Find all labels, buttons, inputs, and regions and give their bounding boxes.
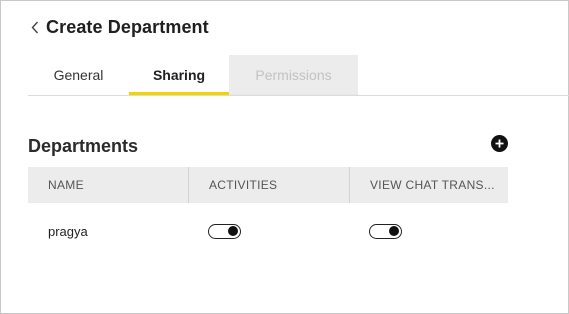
column-header-view-chat-transcripts[interactable]: VIEW CHAT TRANS... [349, 167, 508, 203]
department-name-cell: pragya [48, 223, 88, 239]
departments-heading: Departments [28, 136, 139, 156]
toggle-knob [228, 226, 238, 236]
toggle-knob [389, 226, 399, 236]
activities-toggle[interactable] [208, 223, 241, 239]
tab-sharing[interactable]: Sharing [129, 55, 229, 95]
activities-cell [188, 203, 349, 259]
tab-divider [28, 95, 569, 96]
tab-bar: General Sharing Permissions [28, 55, 358, 95]
column-header-activities[interactable]: ACTIVITIES [188, 167, 349, 203]
tab-general[interactable]: General [28, 55, 129, 95]
chevron-left-icon[interactable] [28, 17, 42, 37]
plus-icon [495, 139, 504, 148]
page-header: Create Department [28, 14, 209, 40]
table-row: pragya [28, 203, 508, 259]
table-header: NAME ACTIVITIES VIEW CHAT TRANS... [28, 167, 508, 203]
window-frame [0, 0, 569, 314]
tab-permissions[interactable]: Permissions [229, 55, 358, 95]
view-chat-transcripts-cell [349, 203, 508, 259]
page-title: Create Department [46, 16, 209, 37]
departments-table: NAME ACTIVITIES VIEW CHAT TRANS... pragy… [28, 167, 508, 259]
add-department-button[interactable] [491, 135, 508, 152]
column-header-name[interactable]: NAME [28, 167, 188, 203]
view-chat-transcripts-toggle[interactable] [369, 223, 402, 239]
